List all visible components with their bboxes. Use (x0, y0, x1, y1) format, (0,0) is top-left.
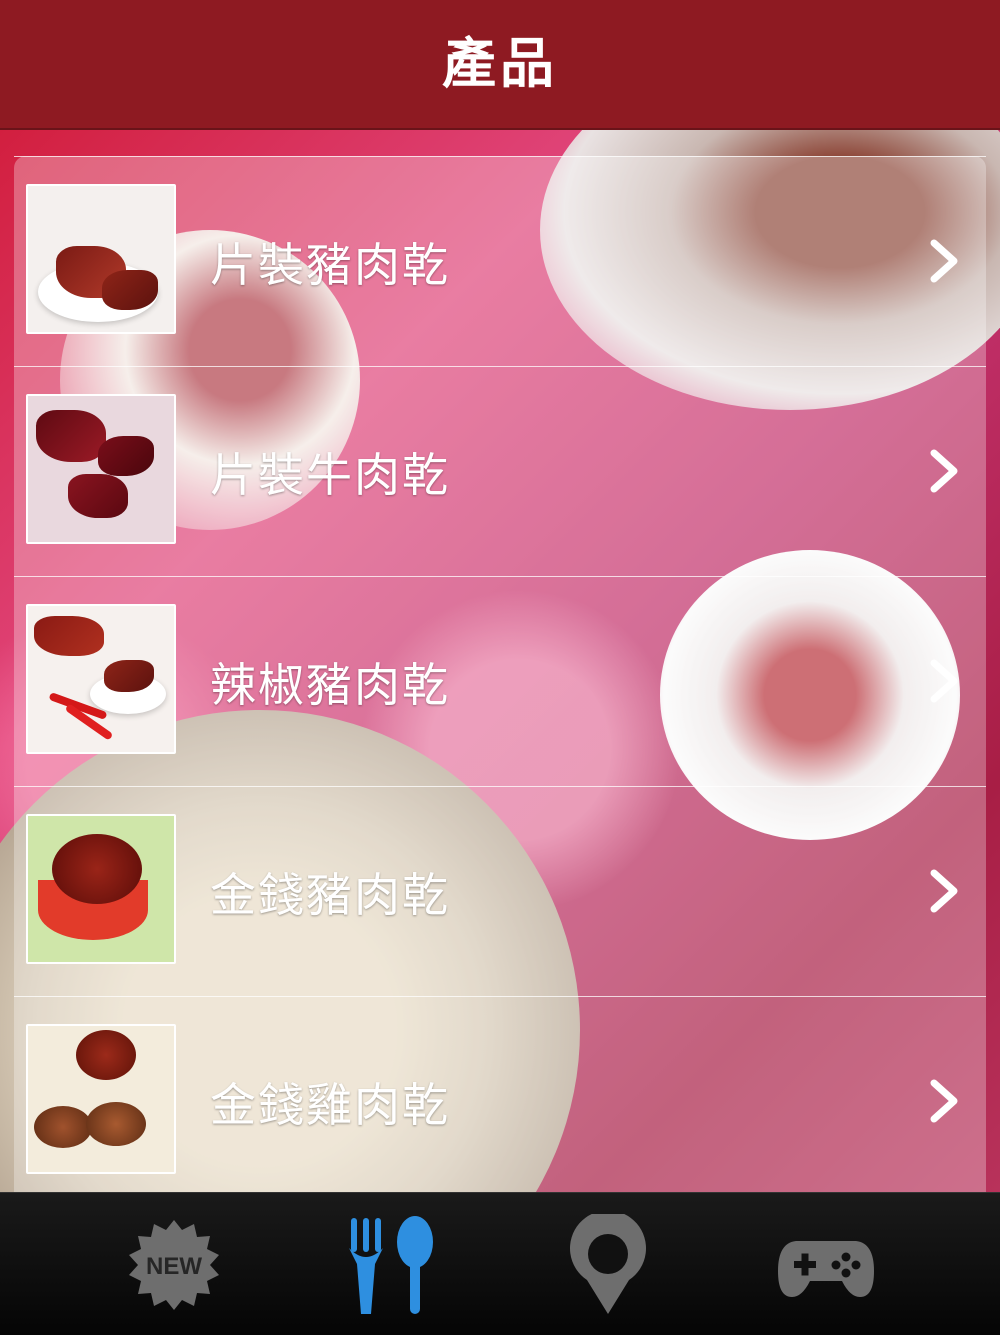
product-label: 金錢雞肉乾 (210, 1078, 450, 1132)
gamepad-icon (778, 1241, 874, 1297)
chevron-right-icon (924, 867, 964, 915)
product-label: 片裝牛肉乾 (210, 448, 450, 502)
product-row[interactable]: 金錢雞肉乾 (14, 996, 986, 1206)
fork-spoon-icon (349, 1216, 433, 1314)
nav-bar: 產品 (0, 0, 1000, 130)
new-badge-text: NEW (146, 1253, 202, 1280)
product-thumbnail (26, 394, 176, 544)
product-thumbnail (26, 184, 176, 334)
product-row[interactable]: 片裝牛肉乾 (14, 366, 986, 576)
tab-games[interactable] (766, 1211, 886, 1321)
product-thumbnail (26, 814, 176, 964)
product-label: 辣椒豬肉乾 (210, 658, 450, 712)
product-thumbnail (26, 1024, 176, 1174)
tab-products[interactable] (330, 1211, 450, 1321)
product-thumbnail (26, 604, 176, 754)
chevron-right-icon (924, 237, 964, 285)
tab-bar: NEW (0, 1192, 1000, 1335)
product-row[interactable]: 辣椒豬肉乾 (14, 576, 986, 786)
chevron-right-icon (924, 657, 964, 705)
tab-new[interactable]: NEW (114, 1211, 234, 1321)
new-badge-icon: NEW (129, 1220, 219, 1310)
product-row[interactable]: 片裝豬肉乾 (14, 156, 986, 366)
product-row[interactable]: 金錢豬肉乾 (14, 786, 986, 996)
product-label: 金錢豬肉乾 (210, 868, 450, 922)
chevron-right-icon (924, 1077, 964, 1125)
product-label: 片裝豬肉乾 (210, 238, 450, 292)
chevron-right-icon (924, 447, 964, 495)
map-pin-icon (570, 1214, 646, 1314)
tab-locations[interactable] (548, 1211, 668, 1321)
page-title: 產品 (442, 31, 558, 95)
